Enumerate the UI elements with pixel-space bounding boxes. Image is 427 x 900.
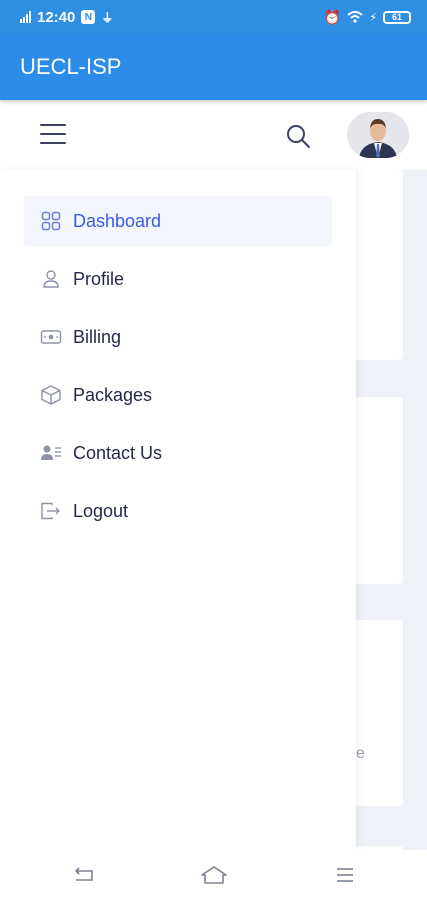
app-title: UECL-ISP	[20, 54, 122, 79]
battery-icon: 61	[383, 10, 411, 24]
battery-level: 61	[391, 12, 402, 22]
banknote-icon	[40, 326, 62, 348]
nav-label-contact-us: Contact Us	[73, 443, 163, 463]
dashboard-card	[355, 620, 403, 806]
user-icon	[40, 268, 62, 290]
grid-icon	[40, 210, 62, 232]
hamburger-menu-button[interactable]	[40, 124, 70, 146]
app-bar: UECL-ISP	[0, 34, 427, 100]
nav-label-logout: Logout	[73, 501, 129, 521]
nav-item-dashboard[interactable]: Dashboard	[24, 196, 332, 246]
navigation-drawer: Dashboard Profile Billing Packages Conta…	[0, 170, 356, 850]
logout-icon	[40, 500, 62, 522]
home-icon	[201, 866, 227, 884]
alarm-icon: ⏰	[323, 8, 342, 25]
nav-item-billing[interactable]: Billing	[24, 312, 332, 362]
back-icon	[74, 867, 93, 881]
nav-label-profile: Profile	[73, 269, 125, 289]
status-bar: 12:40 N ⏚ ⏰ ⚡ 61	[0, 0, 427, 34]
box-icon	[40, 384, 62, 406]
nav-label-billing: Billing	[73, 327, 122, 347]
nav-item-logout[interactable]: Logout	[24, 486, 332, 536]
dashboard-card	[355, 170, 403, 360]
nav-label-packages: Packages	[73, 385, 153, 405]
menu-lines-icon	[337, 868, 353, 882]
nav-item-packages[interactable]: Packages	[24, 370, 332, 420]
notification-badge-icon: N	[81, 10, 96, 24]
nav-label-dashboard: Dashboard	[73, 211, 162, 231]
system-navigation-bar	[0, 850, 427, 900]
recents-button[interactable]	[331, 864, 359, 886]
status-right: ⏰ ⚡ 61	[324, 9, 411, 26]
status-time: 12:40	[37, 8, 76, 26]
back-button[interactable]	[70, 864, 98, 886]
wifi-icon	[347, 11, 363, 23]
nav-item-contact-us[interactable]: Contact Us	[24, 428, 332, 478]
avatar[interactable]	[347, 112, 409, 158]
dashboard-card	[355, 397, 403, 584]
contacts-icon	[40, 442, 62, 464]
avatar-person-icon	[347, 112, 409, 158]
status-left: 12:40 N ⏚	[20, 9, 113, 26]
search-icon[interactable]	[284, 122, 312, 150]
card-partial-text: e	[356, 745, 365, 762]
signal-icon	[20, 11, 31, 23]
charging-icon: ⚡	[369, 11, 377, 24]
nav-item-profile[interactable]: Profile	[24, 254, 332, 304]
home-button[interactable]	[200, 864, 228, 886]
usb-icon: ⏚	[101, 10, 114, 25]
